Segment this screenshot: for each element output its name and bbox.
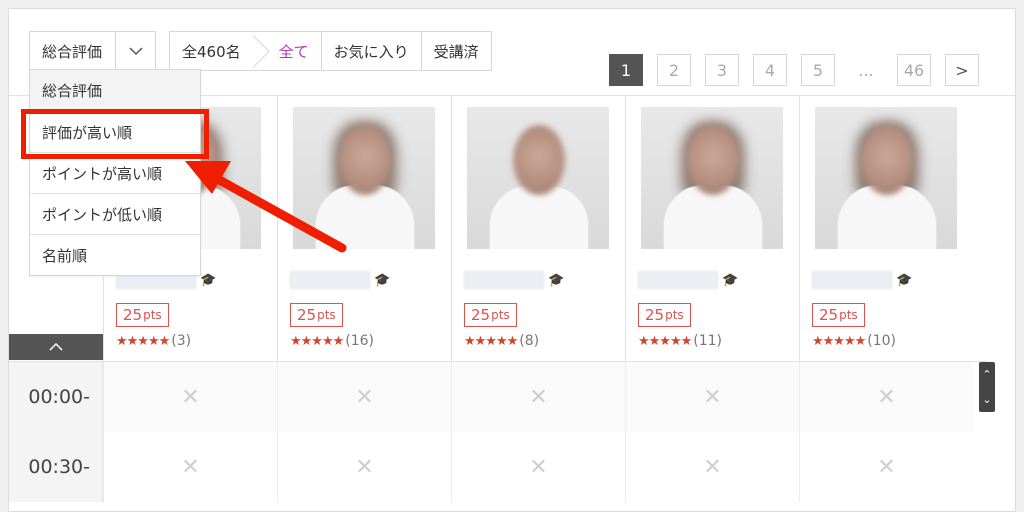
time-slot-label: 00:00- [9,362,103,432]
time-slot-row: 00:30- ✕ ✕ ✕ ✕ ✕ [9,432,977,502]
next-page-button[interactable]: > [945,54,979,86]
review-count: (3) [171,333,192,349]
unavailable-icon: ✕ [277,432,451,502]
collapse-schedule-button[interactable] [9,334,103,360]
time-slot-row: 00:00- ✕ ✕ ✕ ✕ ✕ [9,362,977,432]
graduation-cap-icon: 🎓 [548,273,565,288]
review-count: (8) [519,333,540,349]
tutor-name-blurred[interactable] [812,271,892,289]
tutor-card[interactable]: 🎓 25 pts ★★★★★ (11) [625,95,799,370]
page-46[interactable]: 46 [897,54,931,86]
page-ellipsis: ... [858,60,874,80]
time-slot-label: 00:30- [9,432,103,502]
graduation-cap-icon: 🎓 [896,273,913,288]
review-count: (11) [693,333,723,349]
tutor-photo[interactable] [815,107,957,249]
page-5[interactable]: 5 [801,54,835,86]
tutor-card[interactable]: 🎓 25 pts ★★★★★ (10) [799,95,973,370]
page-3[interactable]: 3 [705,54,739,86]
tutor-search-panel: 総合評価 全460名 全て お気に入り 受講済 1 2 3 4 5 ... 46… [8,8,1016,512]
star-rating: ★★★★★ (3) [116,333,192,349]
star-rating: ★★★★★ (16) [290,333,375,349]
tutor-name-blurred[interactable] [464,271,544,289]
page-4[interactable]: 4 [753,54,787,86]
graduation-cap-icon: 🎓 [722,273,739,288]
unavailable-icon: ✕ [625,432,799,502]
points-badge: 25 pts [464,303,517,327]
unavailable-icon: ✕ [103,432,277,502]
tutor-card[interactable]: 🎓 25 pts ★★★★★ (8) [451,95,625,370]
points-badge: 25 pts [812,303,865,327]
unavailable-icon: ✕ [625,362,799,432]
filter-taken[interactable]: 受講済 [420,32,491,70]
unavailable-icon: ✕ [451,432,625,502]
page-1[interactable]: 1 [609,54,643,86]
page-2[interactable]: 2 [657,54,691,86]
unavailable-icon: ✕ [277,362,451,432]
review-count: (10) [867,333,897,349]
chevron-up-icon [49,343,63,351]
star-rating: ★★★★★ (11) [638,333,723,349]
unavailable-icon: ✕ [799,432,973,502]
unavailable-icon: ✕ [103,362,277,432]
schedule-scrollbar[interactable]: ⌃ ⌄ [979,362,995,412]
tutor-photo[interactable] [641,107,783,249]
annotation-arrow [185,161,347,253]
unavailable-icon: ✕ [451,362,625,432]
unavailable-icon: ✕ [799,362,973,432]
points-badge: 25 pts [638,303,691,327]
pagination: 1 2 3 4 5 ... 46 > [609,54,979,86]
tutor-photo[interactable] [467,107,609,249]
review-count: (16) [345,333,375,349]
tutor-name-blurred[interactable] [638,271,718,289]
chevron-up-icon[interactable]: ⌃ [982,368,991,381]
star-rating: ★★★★★ (8) [464,333,540,349]
star-rating: ★★★★★ (10) [812,333,897,349]
chevron-down-icon[interactable]: ⌄ [982,393,991,406]
